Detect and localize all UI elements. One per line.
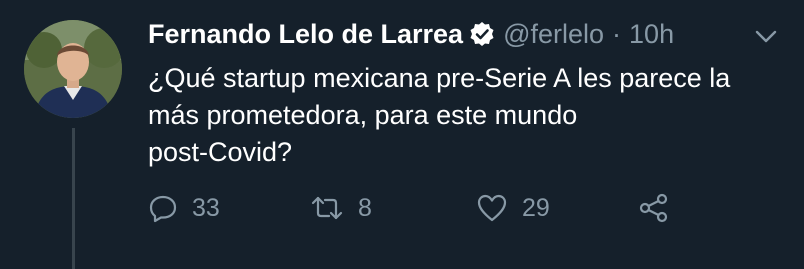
retweet-button[interactable]: 8 (310, 188, 372, 228)
header-separator: · (612, 18, 622, 49)
author-name[interactable]: Fernando Lelo de Larrea (148, 19, 463, 50)
tweet[interactable]: Fernando Lelo de Larrea @ferlelo · 10h ¿… (0, 0, 804, 269)
author-handle[interactable]: @ferlelo (503, 19, 604, 50)
tweet-header: Fernando Lelo de Larrea @ferlelo · 10h (148, 14, 674, 54)
reply-icon (148, 193, 178, 223)
retweet-count: 8 (358, 193, 372, 222)
tweet-timestamp[interactable]: 10h (629, 19, 674, 50)
tweet-text: ¿Qué startup mexicana pre-Serie A les pa… (148, 60, 788, 171)
avatar[interactable] (24, 20, 122, 118)
tweet-text-line: más prometedora, para este mundo (148, 100, 578, 130)
like-count: 29 (522, 193, 550, 222)
tweet-actions: 33 8 29 (148, 188, 788, 228)
tweet-text-line: ¿Qué startup mexicana pre-Serie A les pa… (148, 63, 731, 93)
tweet-text-line: post-Covid? (148, 137, 293, 167)
retweet-icon (310, 193, 344, 223)
reply-button[interactable]: 33 (148, 188, 220, 228)
chevron-down-icon[interactable] (752, 22, 780, 50)
share-button[interactable] (638, 188, 670, 228)
like-button[interactable]: 29 (476, 188, 550, 228)
verified-badge-icon (469, 21, 495, 47)
heart-icon (476, 193, 508, 223)
reply-count: 33 (192, 193, 220, 222)
share-icon (638, 192, 670, 224)
thread-line (72, 128, 75, 269)
